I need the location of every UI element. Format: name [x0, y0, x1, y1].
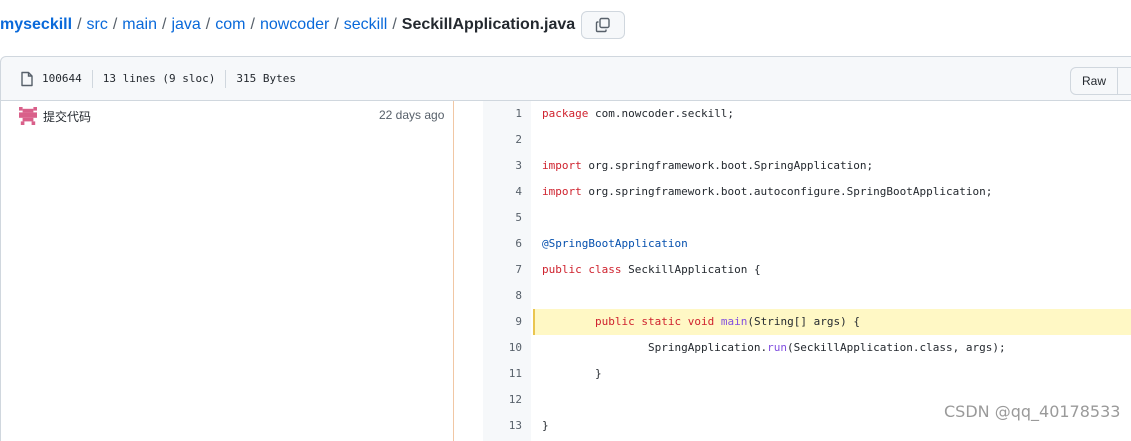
breadcrumb-separator: / [392, 16, 397, 33]
breadcrumb: myseckill / src / main / java / com / no… [0, 10, 626, 40]
code-text: public static void main(String[] args) { [533, 309, 1131, 335]
code-line: 7 public class SeckillApplication { [483, 257, 1131, 283]
file-mode: 100644 [42, 72, 82, 85]
breadcrumb-separator: / [334, 16, 339, 33]
code-token: com.nowcoder.seckill; [588, 107, 735, 120]
code-keyword: public [594, 315, 635, 328]
line-number[interactable]: 1 [483, 101, 522, 127]
breadcrumb-separator: / [250, 16, 255, 33]
code-keyword: public [542, 263, 582, 276]
copy-icon [595, 17, 610, 33]
code-lines: 1 package com.nowcoder.seckill; 2 3 import o… [483, 101, 1131, 439]
breadcrumb-current-file: SeckillApplication.java [401, 16, 576, 33]
blame-panel: 提交代码 22 days ago [1, 101, 454, 441]
code-line: 4 import org.springframework.boot.autocon… [483, 179, 1131, 205]
code-line: 2 [483, 127, 1131, 153]
line-number[interactable]: 4 [483, 179, 522, 205]
breadcrumb-link-com[interactable]: com [215, 16, 245, 34]
line-number[interactable]: 10 [483, 335, 522, 361]
breadcrumb-link-nowcoder[interactable]: nowcoder [260, 16, 329, 34]
code-line: 11 } [483, 361, 1131, 387]
code-line: 3 import org.springframework.boot.SpringA… [483, 153, 1131, 179]
code-text: public class SeckillApplication { [533, 257, 1131, 283]
code-line: 1 package com.nowcoder.seckill; [483, 101, 1131, 127]
code-function: run [767, 341, 788, 354]
code-token: (SeckillApplication.class, args); [787, 341, 1006, 354]
line-number[interactable]: 5 [483, 205, 522, 231]
code-keyword: package [542, 107, 589, 120]
line-number[interactable]: 9 [483, 309, 522, 335]
code-function: main [720, 315, 748, 328]
commit-message[interactable]: 提交代码 [43, 108, 91, 125]
file-icon [20, 71, 34, 87]
code-keyword: class [588, 263, 622, 276]
raw-button[interactable]: Raw [1070, 67, 1118, 95]
commit-entry: 提交代码 [19, 107, 91, 125]
identicon-avatar[interactable] [19, 107, 37, 125]
code-token: } [542, 419, 549, 432]
code-line: 9 public static void main(String[] args)… [483, 309, 1131, 335]
code-line: 10 SpringApplication.run(SeckillApplicat… [483, 335, 1131, 361]
code-line: 5 [483, 205, 1131, 231]
line-number[interactable]: 2 [483, 127, 522, 153]
code-text: import org.springframework.boot.SpringAp… [533, 153, 1131, 179]
code-token: } [542, 367, 602, 380]
line-number[interactable]: 3 [483, 153, 522, 179]
code-text: @SpringBootApplication [533, 231, 1131, 257]
code-token: SpringApplication. [542, 341, 768, 354]
breadcrumb-separator: / [77, 16, 82, 33]
line-number[interactable]: 12 [483, 387, 522, 413]
breadcrumb-link-main[interactable]: main [122, 16, 157, 34]
code-keyword: void [687, 315, 715, 328]
code-text: package com.nowcoder.seckill; [533, 101, 1131, 127]
file-header: 100644 13 lines (9 sloc) 315 Bytes Raw [0, 56, 1131, 101]
code-keyword: import [542, 159, 582, 172]
breadcrumb-separator: / [161, 16, 167, 33]
blame-button[interactable] [1118, 67, 1131, 95]
code-text: SpringApplication.run(SeckillApplication… [533, 335, 1131, 361]
code-token: (String[] args) { [747, 315, 860, 328]
code-token: SeckillApplication { [621, 263, 761, 276]
code-text: } [533, 361, 1131, 387]
copy-path-button[interactable] [581, 11, 626, 39]
breadcrumb-separator: / [112, 16, 118, 33]
line-number[interactable]: 11 [483, 361, 522, 387]
code-text: import org.springframework.boot.autoconf… [533, 179, 1131, 205]
line-number[interactable]: 7 [483, 257, 522, 283]
code-token: org.springframework.boot.SpringApplicati… [581, 159, 874, 172]
breadcrumb-link-java[interactable]: java [171, 16, 200, 34]
code-token: org.springframework.boot.autoconfigure.S… [581, 185, 993, 198]
breadcrumb-separator: / [205, 16, 211, 33]
breadcrumb-link-repo[interactable]: myseckill [0, 16, 72, 34]
code-line: 6 @SpringBootApplication [483, 231, 1131, 257]
commit-time: 22 days ago [379, 108, 445, 122]
code-annotation: @SpringBootApplication [542, 237, 688, 250]
file-content: 提交代码 22 days ago 1 package com.nowcoder.s… [0, 101, 1131, 441]
breadcrumb-link-src[interactable]: src [87, 16, 108, 34]
code-line: 8 [483, 283, 1131, 309]
breadcrumb-link-seckill[interactable]: seckill [344, 16, 388, 34]
line-number[interactable]: 6 [483, 231, 522, 257]
watermark: CSDN @qq_40178533 [944, 402, 1121, 421]
file-line-count: 13 lines (9 sloc) [102, 72, 216, 85]
line-number[interactable]: 13 [483, 413, 522, 439]
code-keyword: static [641, 315, 682, 328]
code-keyword: import [542, 185, 582, 198]
file-size: 315 Bytes [236, 72, 296, 85]
line-number[interactable]: 8 [483, 283, 522, 309]
